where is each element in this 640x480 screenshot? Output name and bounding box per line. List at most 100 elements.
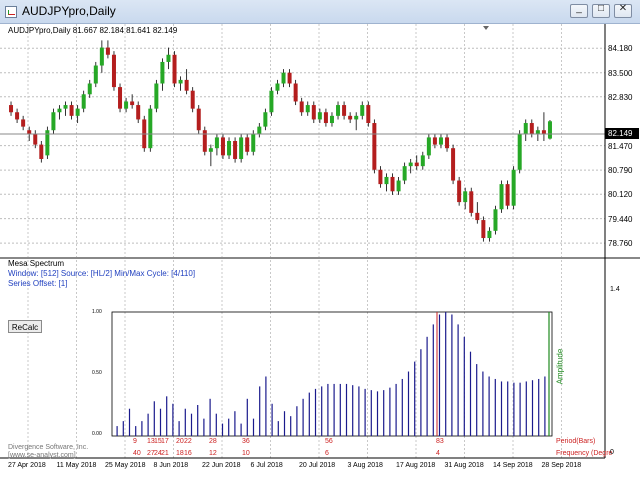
period-number: 20 (176, 438, 184, 445)
price-label: 80.120 (608, 190, 633, 200)
frequency-number: 12 (209, 450, 217, 457)
candle-up (148, 108, 153, 149)
candle-down (414, 162, 419, 167)
price-chart[interactable] (0, 24, 640, 480)
frequency-number: 4 (436, 450, 440, 457)
maximize-icon: □ (597, 3, 605, 14)
candle-down (220, 137, 225, 156)
candle-up (275, 83, 280, 91)
price-label: 83.500 (608, 68, 633, 78)
title-bar: AUDJPYpro,Daily _ □ ✕ (0, 0, 640, 24)
candle-up (208, 148, 213, 152)
candle-down (541, 130, 546, 134)
candle-up (63, 105, 68, 109)
candle-up (263, 112, 268, 127)
window-title: AUDJPYpro,Daily (22, 4, 116, 18)
minimize-button[interactable]: _ (570, 3, 588, 18)
date-label: 6 Jul 2018 (250, 462, 283, 469)
candle-up (336, 105, 341, 116)
candle-up (426, 137, 431, 156)
candle-up (463, 191, 468, 203)
date-label: 3 Aug 2018 (347, 462, 383, 469)
candle-down (111, 54, 116, 88)
candle-down (481, 220, 486, 239)
candle-up (269, 90, 274, 113)
candle-up (178, 79, 183, 84)
candle-down (190, 90, 195, 109)
amp-tick-mid: 0.50 (92, 370, 102, 376)
frequency-number: 40 (133, 450, 141, 457)
candle-down (342, 105, 347, 116)
period-label: Period(Bars) (556, 438, 596, 445)
candle-down (457, 180, 462, 203)
frequency-number: 10 (242, 450, 250, 457)
maximize-button[interactable]: □ (592, 3, 610, 18)
candle-down (202, 130, 207, 152)
candle-up (124, 101, 129, 109)
candle-down (136, 105, 141, 120)
candle-up (517, 133, 522, 170)
candle-up (511, 169, 516, 206)
candle-up (317, 112, 322, 120)
candle-up (99, 47, 104, 66)
candle-down (287, 72, 292, 84)
candle-down (172, 54, 177, 84)
chart-dropdown-icon[interactable] (483, 26, 489, 30)
candle-up (402, 166, 407, 181)
indicator-name: Mesa Spectrum (8, 259, 65, 268)
candle-down (529, 123, 534, 134)
price-label: 81.470 (608, 141, 633, 151)
candle-down (27, 130, 32, 134)
candle-down (245, 137, 250, 152)
candle-up (305, 105, 310, 113)
date-label: 22 Jun 2018 (202, 462, 241, 469)
recalc-button[interactable]: ReCalc (8, 320, 42, 333)
candle-up (438, 137, 443, 145)
candle-up (329, 115, 334, 124)
candle-down (9, 105, 14, 113)
candle-down (445, 137, 450, 149)
candle-up (93, 65, 98, 84)
period-number: 9 (133, 438, 137, 445)
amplitude-label: Amplitude (555, 348, 565, 385)
candle-up (154, 83, 159, 109)
candle-up (281, 72, 286, 84)
close-icon: ✕ (618, 3, 628, 14)
candle-down (366, 105, 371, 124)
date-label: 11 May 2018 (56, 462, 97, 469)
close-button[interactable]: ✕ (614, 3, 632, 18)
candle-down (184, 79, 189, 91)
period-number: 22 (184, 438, 192, 445)
date-label: 28 Sep 2018 (541, 462, 582, 469)
indicator-scale-top: 1.4 (610, 286, 620, 293)
amp-tick-top: 1.00 (92, 309, 102, 315)
candle-down (15, 112, 20, 120)
candle-up (420, 155, 425, 167)
candle-down (69, 105, 74, 116)
frequency-number: 18 (176, 450, 184, 457)
candle-up (239, 137, 244, 159)
date-label: 20 Jul 2018 (299, 462, 336, 469)
period-number: 56 (325, 438, 333, 445)
candle-down (21, 119, 26, 127)
candle-up (493, 209, 498, 231)
candle-up (81, 94, 86, 109)
candle-up (51, 112, 56, 131)
candle-down (299, 101, 304, 113)
candle-up (354, 115, 359, 120)
candle-down (372, 123, 377, 170)
candle-down (293, 83, 298, 102)
frequency-number: 6 (325, 450, 329, 457)
candle-up (408, 162, 413, 167)
chart-app-icon (5, 6, 17, 18)
candle-up (57, 108, 62, 113)
candle-down (33, 133, 38, 145)
price-label: 79.440 (608, 214, 633, 224)
candle-up (227, 141, 232, 156)
indicator-params: Window: [512] Source: [HL/2] Min/Max Cyc… (8, 269, 196, 278)
candle-down (432, 137, 437, 145)
frequency-label: Frequency (Degre (556, 450, 613, 457)
candle-up (487, 230, 492, 239)
candle-up (214, 137, 219, 149)
candle-up (360, 105, 365, 116)
